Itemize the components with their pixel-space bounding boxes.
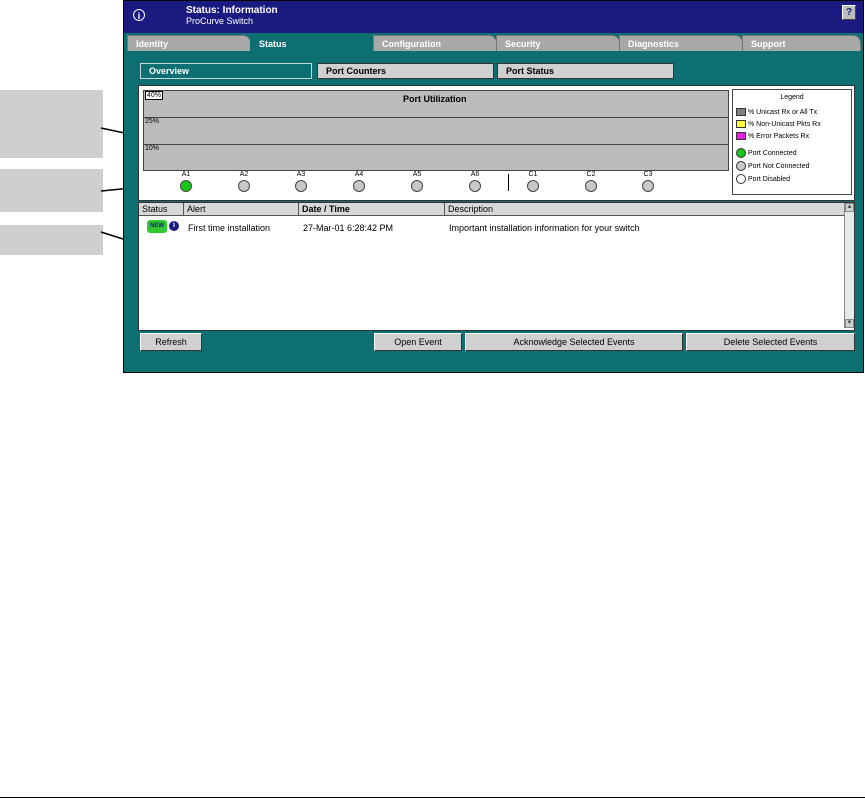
port-not-connected-icon — [585, 180, 597, 192]
legend-title: Legend — [780, 94, 804, 101]
port-label: A1 — [181, 171, 191, 178]
scale-label: 10% — [145, 145, 160, 152]
port-a2[interactable]: A2 — [234, 171, 254, 192]
graph-title: Port Utilization — [403, 94, 467, 104]
new-badge-icon: NEW — [147, 220, 167, 233]
port-not-connected-icon — [238, 180, 250, 192]
info-icon: i — [169, 221, 179, 231]
page-divider — [0, 797, 865, 798]
event-log: Status Alert Date / Time Description NEW… — [138, 202, 855, 331]
info-icon: i — [133, 9, 145, 21]
port-a5[interactable]: A5 — [407, 171, 427, 192]
port-not-connected-icon — [353, 180, 365, 192]
port-label: A2 — [239, 171, 249, 178]
legend-item: Port Not Connected — [736, 161, 809, 171]
column-status[interactable]: Status — [139, 203, 184, 215]
scroll-down-icon[interactable]: ▼ — [845, 319, 854, 328]
event-alert: First time installation — [188, 223, 271, 233]
port-label: A3 — [296, 171, 306, 178]
port-a6[interactable]: A6 — [465, 171, 485, 192]
error-swatch-icon — [736, 132, 746, 141]
event-description: Important installation information for y… — [449, 223, 640, 233]
port-not-connected-icon — [469, 180, 481, 192]
port-not-connected-icon — [527, 180, 539, 192]
tab-configuration[interactable]: Configuration — [373, 35, 497, 51]
subtab-overview[interactable]: Overview — [140, 63, 312, 79]
scale-label: 40% — [145, 91, 164, 100]
port-c2[interactable]: C2 — [581, 171, 601, 192]
scale-label: 25% — [145, 118, 160, 125]
port-label: C2 — [586, 171, 596, 178]
status-panel: Overview Port Counters Port Status 40% 2… — [134, 57, 857, 365]
column-description[interactable]: Description — [445, 203, 845, 215]
port-label: A6 — [470, 171, 480, 178]
column-alert[interactable]: Alert — [184, 203, 299, 215]
acknowledge-events-button[interactable]: Acknowledge Selected Events — [465, 333, 683, 351]
event-log-header: Status Alert Date / Time Description — [139, 203, 845, 216]
port-c3[interactable]: C3 — [638, 171, 658, 192]
main-tabs: Identity Status Configuration Security D… — [127, 35, 861, 52]
utilization-graph: 40% 25% 10% Port Utilization A1 A2 A3 A4… — [143, 90, 729, 194]
tab-identity[interactable]: Identity — [127, 35, 251, 51]
band-10: 10% — [143, 144, 729, 171]
switch-window: i Status: Information ProCurve Switch ? … — [123, 0, 864, 373]
title-bar: i Status: Information ProCurve Switch ? — [124, 1, 863, 33]
window-title: Status: Information — [186, 5, 278, 16]
port-not-connected-icon — [295, 180, 307, 192]
unicast-swatch-icon — [736, 108, 746, 117]
help-button[interactable]: ? — [842, 5, 856, 20]
port-label: A5 — [412, 171, 422, 178]
delete-events-button[interactable]: Delete Selected Events — [686, 333, 855, 351]
legend-item: % Error Packets Rx — [736, 132, 809, 141]
port-disabled-icon — [736, 174, 746, 184]
tab-diagnostics[interactable]: Diagnostics — [619, 35, 743, 51]
port-group-divider — [508, 174, 509, 191]
column-datetime[interactable]: Date / Time — [299, 203, 445, 215]
legend-item: % Unicast Rx or All Tx — [736, 108, 817, 117]
open-event-button[interactable]: Open Event — [374, 333, 462, 351]
port-label: A4 — [354, 171, 364, 178]
tab-status[interactable]: Status — [250, 35, 374, 52]
non-unicast-swatch-icon — [736, 120, 746, 129]
port-connected-icon — [736, 148, 746, 158]
band-25: 25% — [143, 117, 729, 145]
legend: Legend % Unicast Rx or All Tx % Non-Unic… — [732, 89, 852, 195]
port-a3[interactable]: A3 — [291, 171, 311, 192]
window-subtitle: ProCurve Switch — [186, 16, 254, 26]
tab-support[interactable]: Support — [742, 35, 861, 51]
subtab-port-counters[interactable]: Port Counters — [317, 63, 494, 79]
refresh-button[interactable]: Refresh — [140, 333, 202, 351]
legend-item: % Non-Unicast Pkts Rx — [736, 120, 821, 129]
tab-security[interactable]: Security — [496, 35, 620, 51]
port-connected-icon — [180, 180, 192, 192]
scroll-up-icon[interactable]: ▲ — [845, 203, 854, 212]
port-c1[interactable]: C1 — [523, 171, 543, 192]
event-log-scrollbar[interactable]: ▲ ▼ — [844, 203, 854, 328]
event-datetime: 27-Mar-01 6:28:42 PM — [303, 223, 394, 233]
port-utilization-area: 40% 25% 10% Port Utilization A1 A2 A3 A4… — [138, 85, 855, 201]
subtab-port-status[interactable]: Port Status — [497, 63, 674, 79]
port-label: C1 — [528, 171, 538, 178]
port-not-connected-icon — [411, 180, 423, 192]
legend-item: Port Disabled — [736, 174, 790, 184]
port-label: C3 — [643, 171, 653, 178]
port-a1[interactable]: A1 — [176, 171, 196, 192]
port-a4[interactable]: A4 — [349, 171, 369, 192]
port-not-connected-icon — [736, 161, 746, 171]
port-not-connected-icon — [642, 180, 654, 192]
legend-item: Port Connected — [736, 148, 797, 158]
